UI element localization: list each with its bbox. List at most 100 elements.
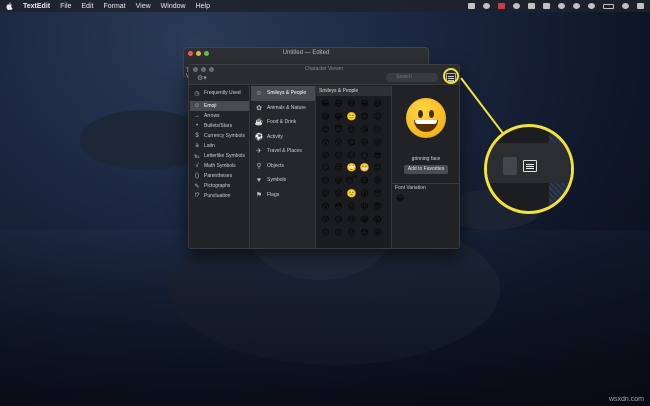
emoji-cell[interactable]: 😭 [358, 214, 371, 227]
emoji-cell[interactable]: 😘 [358, 124, 371, 137]
add-to-favorites-button[interactable]: Add to Favorites [404, 165, 448, 174]
emoji-cell[interactable]: 😬 [358, 162, 371, 175]
emoji-cell[interactable]: 😏 [319, 162, 332, 175]
subcategory-activity[interactable]: ⚽ Activity [251, 130, 315, 145]
emoji-cell[interactable]: 😎 [371, 150, 384, 163]
subcategory-symbols[interactable]: ♥ Symbols [251, 173, 315, 188]
emoji-cell[interactable]: 😆 [371, 98, 384, 111]
menu-window[interactable]: Window [161, 3, 186, 10]
sync-icon[interactable] [483, 3, 490, 9]
category-currency-symbols[interactable]: $ Currency Symbols [190, 131, 249, 141]
emoji-cell[interactable]: 😓 [358, 227, 371, 240]
battery-icon[interactable] [603, 3, 614, 9]
category-pictographs[interactable]: ✎ Pictographs [190, 181, 249, 191]
category-punctuation[interactable]: !? Punctuation [190, 191, 249, 201]
emoji-cell[interactable]: 🙁 [345, 188, 358, 201]
emoji-cell[interactable]: 😄 [345, 98, 358, 111]
emoji-cell[interactable]: 😙 [319, 137, 332, 150]
emoji-cell[interactable]: 🙂 [345, 111, 358, 124]
category-math-symbols[interactable]: √ Math Symbols [190, 161, 249, 171]
airplay-icon[interactable] [528, 3, 535, 9]
category-latin[interactable]: a Latin [190, 141, 249, 151]
emoji-cell[interactable]: 😁 [358, 98, 371, 111]
category-label: Arrows [204, 113, 220, 119]
emoji-cell[interactable]: 😶 [358, 150, 371, 163]
category-emoji[interactable]: ☺ Emoji [190, 101, 249, 111]
toggle-view-button[interactable] [446, 73, 456, 82]
emoji-cell[interactable]: 😰 [319, 214, 332, 227]
emoji-cell[interactable]: 😢 [345, 214, 358, 227]
subcategory-animals-nature[interactable]: ✿ Animals & Nature [251, 101, 315, 116]
volume-icon[interactable] [588, 3, 595, 9]
emoji-cell[interactable]: 😂 [332, 111, 345, 124]
emoji-cell[interactable]: 😀 [319, 98, 332, 111]
menu-file[interactable]: File [60, 3, 71, 10]
wifi-icon[interactable] [573, 3, 580, 9]
emoji-cell[interactable]: 😴 [345, 175, 358, 188]
cloud-icon[interactable] [513, 3, 520, 9]
emoji-cell[interactable]: 😧 [358, 201, 371, 214]
emoji-cell[interactable]: 😵 [371, 175, 384, 188]
emoji-cell[interactable]: 😌 [371, 162, 384, 175]
emoji-cell[interactable]: 😜 [371, 137, 384, 150]
emoji-cell[interactable]: 😪 [332, 175, 345, 188]
menu-format[interactable]: Format [103, 3, 125, 10]
subcategory-objects[interactable]: ⚲ Objects [251, 159, 315, 174]
category-parentheses[interactable]: () Parentheses [190, 171, 249, 181]
subcategory-flags[interactable]: ⚑ Flags [251, 188, 315, 203]
emoji-cell[interactable]: 😯 [371, 188, 384, 201]
subcategory-travel-places[interactable]: ✈ Travel & Places [251, 144, 315, 159]
emoji-cell[interactable]: 😲 [319, 201, 332, 214]
emoji-cell[interactable]: 😅 [319, 111, 332, 124]
font-variation-item[interactable]: 😀 [396, 194, 404, 204]
emoji-cell[interactable]: 😗 [371, 124, 384, 137]
menu-view[interactable]: View [136, 3, 151, 10]
emoji-cell[interactable]: 😮 [358, 188, 371, 201]
emoji-cell[interactable]: 😛 [358, 137, 371, 150]
emoji-cell[interactable]: 😞 [345, 227, 358, 240]
emoji-cell[interactable]: 😋 [345, 137, 358, 150]
display-icon[interactable] [468, 3, 475, 9]
emoji-cell[interactable]: 😱 [371, 214, 384, 227]
category-frequently-used[interactable]: ◷ Frequently Used [190, 88, 249, 98]
emoji-cell[interactable]: 😚 [332, 137, 345, 150]
emoji-cell[interactable]: 😃 [332, 98, 345, 111]
emoji-cell[interactable]: 😐 [332, 150, 345, 163]
category-bullets-stars[interactable]: • Bullets/Stars [190, 121, 249, 131]
emoji-cell[interactable]: 😥 [332, 214, 345, 227]
control-center-icon[interactable] [637, 3, 644, 9]
emoji-cell[interactable]: 😳 [332, 201, 345, 214]
emoji-cell[interactable]: 😷 [358, 175, 371, 188]
emoji-cell[interactable]: 😦 [345, 201, 358, 214]
category-arrows[interactable]: → Arrows [190, 111, 249, 121]
emoji-cell[interactable]: 😩 [371, 227, 384, 240]
emoji-cell[interactable]: 🙄 [345, 162, 358, 175]
search-input[interactable] [386, 73, 438, 82]
search-icon[interactable] [622, 3, 629, 9]
emoji-cell[interactable]: 😨 [371, 201, 384, 214]
emoji-cell[interactable]: 🙃 [358, 111, 371, 124]
emoji-cell[interactable]: 😊 [319, 124, 332, 137]
emoji-cell[interactable]: 😣 [332, 227, 345, 240]
category-letterlike-symbols[interactable]: ℡ Letterlike Symbols [190, 151, 249, 161]
emoji-cell[interactable]: 😍 [345, 124, 358, 137]
creative-cloud-icon[interactable] [498, 3, 505, 9]
emoji-cell[interactable]: 😔 [319, 175, 332, 188]
bluetooth-icon[interactable] [558, 3, 565, 9]
emoji-cell[interactable]: 😝 [319, 150, 332, 163]
emoji-cell[interactable]: 😒 [332, 162, 345, 175]
gear-icon[interactable]: ⚙▾ [197, 75, 209, 82]
menu-app-name[interactable]: TextEdit [23, 3, 50, 10]
emoji-cell[interactable]: 😉 [371, 111, 384, 124]
emoji-cell[interactable]: 😇 [332, 124, 345, 137]
apple-menu-icon[interactable] [6, 2, 13, 10]
subcategory-food-drink[interactable]: ☕ Food & Drink [251, 115, 315, 130]
menu-edit[interactable]: Edit [81, 3, 93, 10]
subcategory-smileys-people[interactable]: ☺ Smileys & People [251, 86, 315, 101]
input-menu-icon[interactable] [543, 3, 550, 9]
emoji-cell[interactable]: 😟 [332, 188, 345, 201]
menu-help[interactable]: Help [196, 3, 210, 10]
emoji-cell[interactable]: 😖 [319, 227, 332, 240]
emoji-cell[interactable]: 😑 [345, 150, 358, 163]
emoji-cell[interactable]: 😕 [319, 188, 332, 201]
